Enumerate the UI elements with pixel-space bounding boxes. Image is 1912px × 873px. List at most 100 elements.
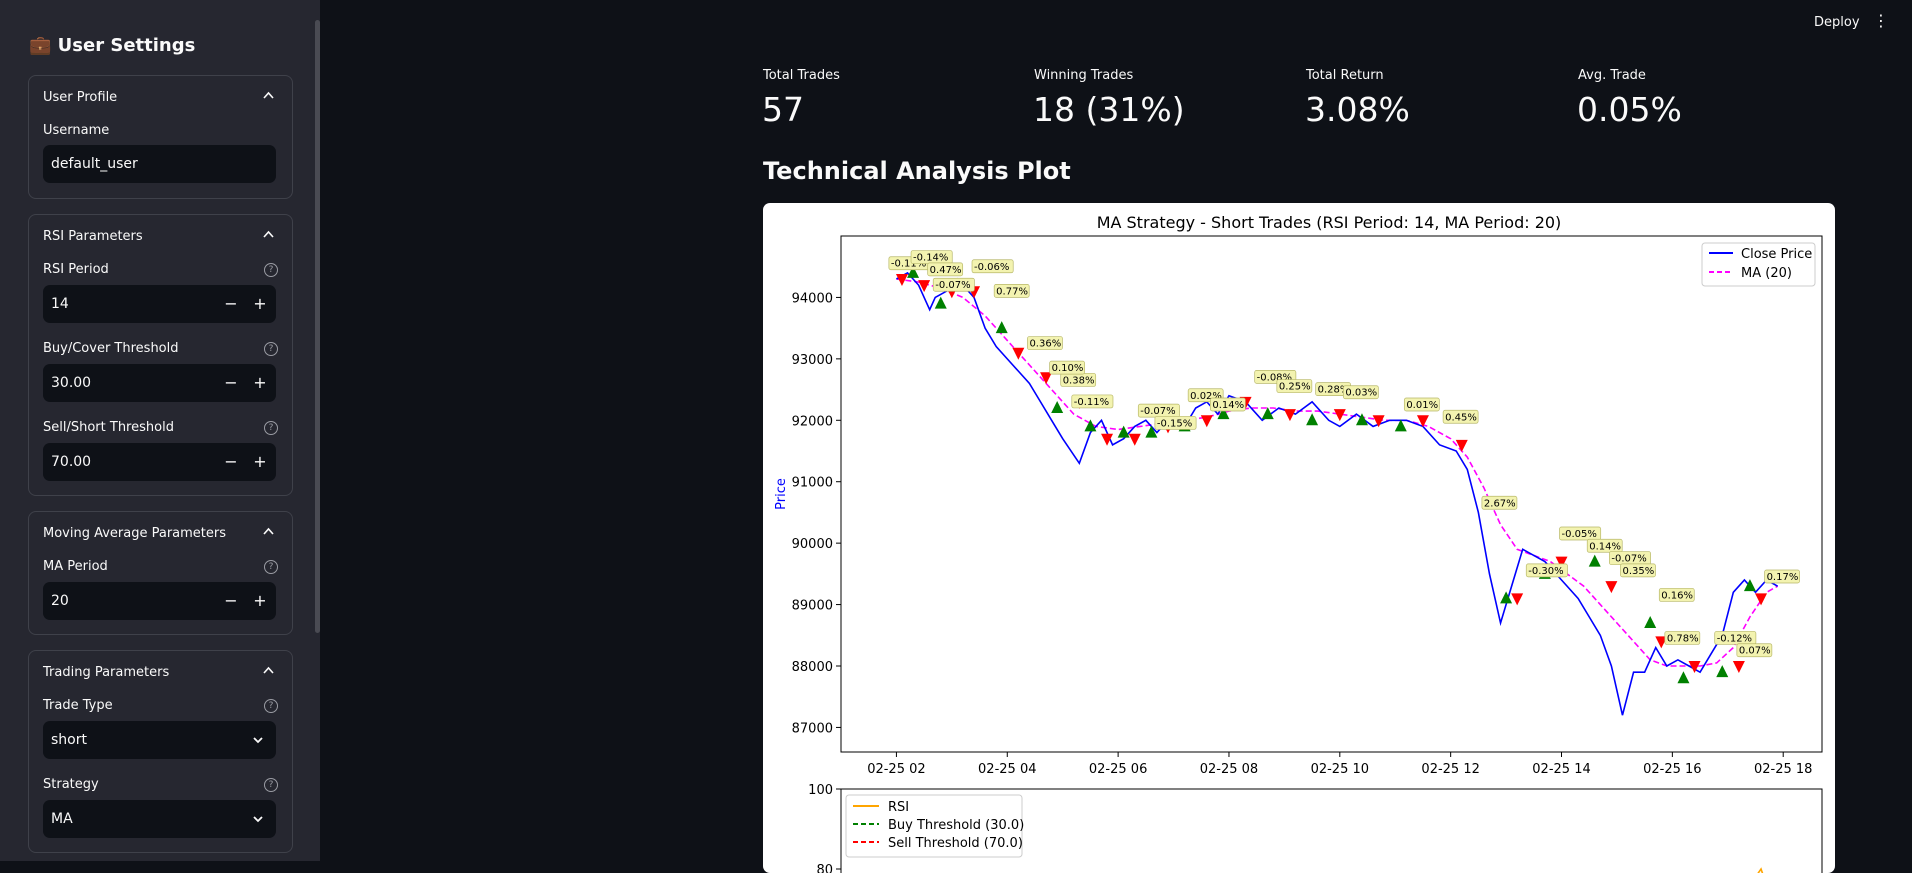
- annotation-label: 0.17%: [1767, 572, 1799, 583]
- rsi-legend: RSI Buy Threshold (30.0) Sell Threshold …: [845, 794, 1024, 858]
- increment-button[interactable]: +: [251, 452, 269, 471]
- rsi-period-label: RSI Period: [43, 262, 109, 277]
- annotation-label: 0.38%: [1063, 375, 1095, 386]
- chevron-up-icon[interactable]: [263, 90, 274, 101]
- sell-signal-marker: [1283, 409, 1296, 422]
- sell-signal-marker: [1732, 661, 1745, 673]
- chevron-down-icon[interactable]: [252, 813, 264, 825]
- ma-header[interactable]: Moving Average Parameters: [43, 526, 226, 541]
- annotation-label: -0.14%: [913, 253, 948, 264]
- main-menu-icon[interactable]: ⋮: [1873, 12, 1889, 32]
- trade-annotation: 0.14%: [1209, 397, 1246, 412]
- y-tick-label: 89000: [792, 599, 833, 614]
- trade-annotation: 0.25%: [1276, 379, 1313, 393]
- metric-label-total-trades: Total Trades: [763, 68, 840, 83]
- annotation-label: -0.07%: [1611, 554, 1646, 565]
- ma-panel: Moving Average Parameters MA Period ? 20…: [28, 511, 293, 635]
- user-profile-header[interactable]: User Profile: [43, 90, 117, 105]
- buy-signal-marker: [1677, 671, 1690, 684]
- help-icon[interactable]: ?: [264, 421, 278, 435]
- rsi-y-tick-label: 100: [808, 783, 833, 798]
- chevron-up-icon[interactable]: [263, 526, 274, 537]
- trade-annotation: -0.07%: [1609, 551, 1651, 565]
- annotation-label: 0.78%: [1667, 633, 1699, 644]
- trade-annotation: 0.38%: [1060, 373, 1097, 387]
- trade-annotation: -0.11%: [1071, 394, 1114, 409]
- annotation-label: -0.11%: [1074, 397, 1109, 408]
- sell-threshold-stepper[interactable]: 70.00 − +: [43, 443, 276, 481]
- help-icon[interactable]: ?: [264, 342, 278, 356]
- help-icon[interactable]: ?: [264, 560, 278, 574]
- buy-signal-marker: [1644, 616, 1657, 628]
- trade-annotation: 0.10%: [1049, 360, 1085, 375]
- username-input[interactable]: default_user: [43, 145, 276, 183]
- decrement-button[interactable]: −: [222, 591, 240, 610]
- technical-analysis-plot: MA Strategy - Short Trades (RSI Period: …: [763, 203, 1835, 873]
- trade-type-select[interactable]: short: [43, 721, 276, 759]
- trade-annotation: 0.47%: [927, 262, 964, 277]
- increment-button[interactable]: +: [251, 591, 269, 610]
- increment-button[interactable]: +: [251, 294, 269, 313]
- rsi-period-value[interactable]: 14: [51, 296, 69, 312]
- strategy-value[interactable]: MA: [51, 811, 73, 827]
- deploy-button[interactable]: Deploy: [1814, 15, 1860, 30]
- decrement-button[interactable]: −: [222, 452, 240, 471]
- x-tick-label: 02-25 12: [1421, 762, 1479, 777]
- increment-button[interactable]: +: [251, 373, 269, 392]
- strategy-select[interactable]: MA: [43, 800, 276, 838]
- ma-period-stepper[interactable]: 20 − +: [43, 582, 276, 620]
- ma-period-value[interactable]: 20: [51, 593, 69, 609]
- username-value[interactable]: default_user: [51, 156, 138, 172]
- buy-threshold-stepper[interactable]: 30.00 − +: [43, 364, 276, 402]
- trade-type-value[interactable]: short: [51, 732, 87, 748]
- legend-sell-threshold-label: Sell Threshold (70.0): [888, 836, 1023, 851]
- strategy-label: Strategy: [43, 777, 99, 792]
- y-tick-label: 90000: [792, 537, 833, 552]
- decrement-button[interactable]: −: [222, 294, 240, 313]
- chevron-up-icon[interactable]: [263, 229, 274, 240]
- trade-signals: [895, 265, 1768, 684]
- help-icon[interactable]: ?: [264, 699, 278, 713]
- x-tick-label: 02-25 02: [867, 762, 925, 777]
- sell-signal-marker: [1455, 439, 1468, 452]
- annotation-label: 0.36%: [1029, 339, 1061, 350]
- main-axes: 02-25 02 02-25 04 02-25 06 02-25 08 02-25 10…: [792, 291, 1813, 777]
- x-tick-label: 02-25 06: [1089, 762, 1147, 777]
- trade-annotation: 0.35%: [1620, 563, 1656, 578]
- buy-threshold-value[interactable]: 30.00: [51, 375, 91, 391]
- trade-annotation: 0.45%: [1442, 409, 1479, 424]
- trade-annotation: 2.67%: [1481, 495, 1518, 510]
- decrement-button[interactable]: −: [222, 373, 240, 392]
- rsi-axes: 80 100: [808, 783, 841, 873]
- trade-annotation: 0.77%: [993, 284, 1030, 298]
- sell-threshold-value[interactable]: 70.00: [51, 454, 91, 470]
- annotation-label: 0.25%: [1279, 382, 1311, 393]
- annotation-label: -0.15%: [1157, 418, 1192, 429]
- help-icon[interactable]: ?: [264, 778, 278, 792]
- y-tick-label: 91000: [792, 476, 833, 491]
- trade-annotation: -0.07%: [932, 277, 975, 292]
- x-tick-label: 02-25 16: [1643, 762, 1701, 777]
- sell-signal-marker: [1511, 593, 1524, 606]
- legend-ma-label: MA (20): [1741, 266, 1792, 281]
- sell-signal-marker: [1128, 433, 1141, 446]
- rsi-header[interactable]: RSI Parameters: [43, 229, 143, 244]
- trade-annotation: -0.15%: [1154, 416, 1197, 430]
- plot-frame: [840, 235, 1823, 753]
- chevron-down-icon[interactable]: [252, 734, 264, 746]
- annotation-label: -0.07%: [935, 280, 970, 291]
- y-tick-label: 92000: [792, 414, 833, 429]
- rsi-period-stepper[interactable]: 14 − +: [43, 285, 276, 323]
- sell-signal-marker: [1200, 415, 1213, 428]
- sidebar-scrollbar[interactable]: [315, 20, 320, 633]
- buy-signal-marker: [1394, 419, 1407, 432]
- user-profile-panel: User Profile Username default_user: [28, 75, 293, 199]
- x-tick-label: 02-25 14: [1532, 762, 1590, 777]
- trade-type-label: Trade Type: [43, 698, 113, 713]
- sidebar: 💼 User Settings User Profile Username de…: [0, 0, 320, 861]
- annotation-label: -0.06%: [974, 262, 1009, 273]
- trade-annotation: 0.03%: [1343, 385, 1379, 400]
- trading-header[interactable]: Trading Parameters: [43, 665, 169, 680]
- help-icon[interactable]: ?: [264, 263, 278, 277]
- chevron-up-icon[interactable]: [263, 665, 274, 676]
